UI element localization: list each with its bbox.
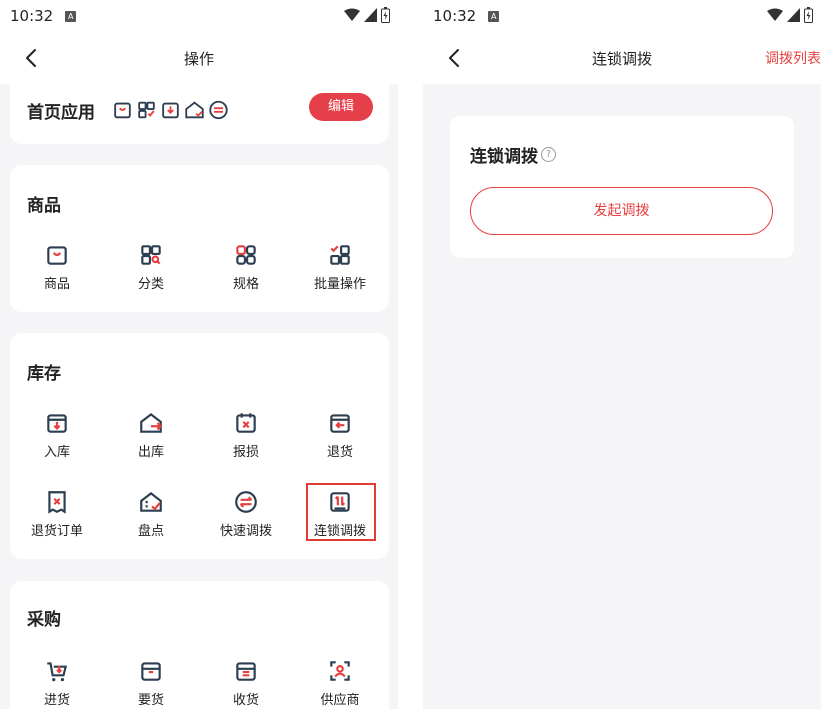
- spec-icon: [138, 101, 155, 119]
- bag-icon: [47, 246, 67, 265]
- edit-button[interactable]: 编辑: [309, 93, 373, 121]
- grid-item-supplier[interactable]: 供应商: [293, 658, 387, 708]
- grid-item-stock-out[interactable]: 出库: [104, 410, 198, 460]
- section-title-purchase: 采购: [27, 610, 61, 630]
- home-apps-card: 首页应用 编辑: [10, 84, 389, 144]
- grid-item-spec[interactable]: 规格: [199, 242, 293, 292]
- section-title-inventory: 库存: [27, 364, 61, 384]
- page-title: 操作: [183, 50, 214, 68]
- sim-badge: A: [488, 10, 500, 22]
- swap-circle-icon: [235, 491, 257, 513]
- inventory-card: 库存 入库 出库 报损 退货 退货订单 盘点 快速调拨 连锁调拨: [10, 333, 389, 559]
- status-bar: 10:32 A: [423, 0, 821, 32]
- grid-item-return[interactable]: 退货: [293, 410, 387, 460]
- signal-icon: [364, 8, 377, 22]
- grid-item-label: 供应商: [320, 693, 360, 708]
- sim-badge: A: [65, 10, 77, 22]
- grid-item-label: 报损: [232, 445, 259, 460]
- start-transfer-button[interactable]: 发起调拨: [470, 187, 773, 235]
- status-time: 10:32: [10, 7, 54, 25]
- battery-charging-icon: [381, 7, 390, 23]
- grid-item-label: 商品: [43, 277, 70, 292]
- grid-item-return-orders[interactable]: 退货订单: [10, 489, 104, 539]
- screenshot-stage: 10:32 A 操作 首页应用 编辑 商品 商品 分类 规格 批量操作 库存 入…: [0, 0, 821, 709]
- product-icon: [114, 102, 131, 119]
- system-icons: [344, 7, 390, 23]
- house-check-icon: [140, 491, 162, 512]
- grid-item-label: 要货: [137, 693, 164, 708]
- inventory-check-icon: [185, 101, 204, 119]
- grid-item-stock-in[interactable]: 入库: [10, 410, 104, 460]
- signal-icon: [787, 8, 800, 22]
- wifi-icon: [767, 8, 783, 21]
- grid-item-request[interactable]: 要货: [104, 658, 198, 708]
- battery-charging-icon: [804, 7, 813, 23]
- grid-item-label: 退货订单: [30, 524, 83, 539]
- grid-item-label: 分类: [137, 277, 164, 292]
- grid-item-label: 退货: [326, 445, 353, 460]
- quick-transfer-icon: [209, 100, 228, 120]
- status-time: 10:32: [433, 7, 477, 25]
- box-receive-icon: [236, 662, 256, 681]
- grid-item-label: 进货: [43, 693, 70, 708]
- batch-check-icon: [330, 245, 350, 265]
- grid-item-label: 收货: [232, 693, 259, 708]
- box-return-icon: [330, 414, 350, 433]
- home-shortcut-icons: [111, 99, 230, 121]
- page-title: 连锁调拨: [591, 50, 652, 68]
- operations-screen: 10:32 A 操作 首页应用 编辑 商品 商品 分类 规格 批量操作 库存 入…: [0, 0, 398, 709]
- home-apps-title: 首页应用: [27, 103, 95, 123]
- cart-icon: [47, 662, 68, 682]
- grid-item-label: 规格: [232, 277, 259, 292]
- chain-transfer-screen: 10:32 A 连锁调拨 调拨列表 连锁调拨 ? 发起调拨: [423, 0, 821, 709]
- category-grid-icon: [141, 245, 161, 265]
- receipt-icon: [48, 491, 66, 514]
- grid-item-label: 快速调拨: [219, 524, 272, 539]
- grid-item-stocktake[interactable]: 盘点: [104, 489, 198, 539]
- status-bar: 10:32 A: [0, 0, 398, 32]
- nav-bar: 操作: [0, 32, 398, 84]
- system-icons: [767, 7, 813, 23]
- card-header: 连锁调拨 ?: [470, 142, 556, 167]
- calendar-x-icon: [236, 413, 256, 433]
- wifi-icon: [344, 8, 360, 21]
- highlight-box: [306, 483, 376, 541]
- grid-item-damage[interactable]: 报损: [199, 410, 293, 460]
- grid-item-label: 入库: [43, 445, 70, 460]
- supplier-icon: [330, 661, 350, 681]
- grid-item-label: 出库: [137, 445, 164, 460]
- grid-item-label: 批量操作: [313, 277, 366, 292]
- grid-item-category[interactable]: 分类: [104, 242, 198, 292]
- grid-item-receive[interactable]: 收货: [199, 658, 293, 708]
- box-request-icon: [141, 662, 161, 681]
- house-out-icon: [140, 412, 163, 433]
- grid-item-quick-transfer[interactable]: 快速调拨: [199, 489, 293, 539]
- spec-grid-icon: [236, 245, 256, 265]
- grid-item-product[interactable]: 商品: [10, 242, 104, 292]
- card-title: 连锁调拨: [470, 147, 538, 167]
- grid-item-batch[interactable]: 批量操作: [293, 242, 387, 292]
- products-card: 商品 商品 分类 规格 批量操作: [10, 165, 389, 312]
- box-in-icon: [47, 414, 67, 433]
- section-title-products: 商品: [27, 196, 61, 216]
- transfer-list-link[interactable]: 调拨列表: [765, 48, 821, 68]
- help-icon[interactable]: ?: [541, 147, 556, 162]
- purchase-card: 采购 进货 要货 收货 供应商: [10, 581, 389, 709]
- chain-transfer-card: 连锁调拨 ? 发起调拨: [450, 116, 794, 258]
- grid-item-purchase-in[interactable]: 进货: [10, 658, 104, 708]
- grid-item-label: 盘点: [137, 524, 164, 539]
- nav-bar: 连锁调拨 调拨列表: [423, 32, 821, 84]
- stock-in-icon: [162, 102, 179, 119]
